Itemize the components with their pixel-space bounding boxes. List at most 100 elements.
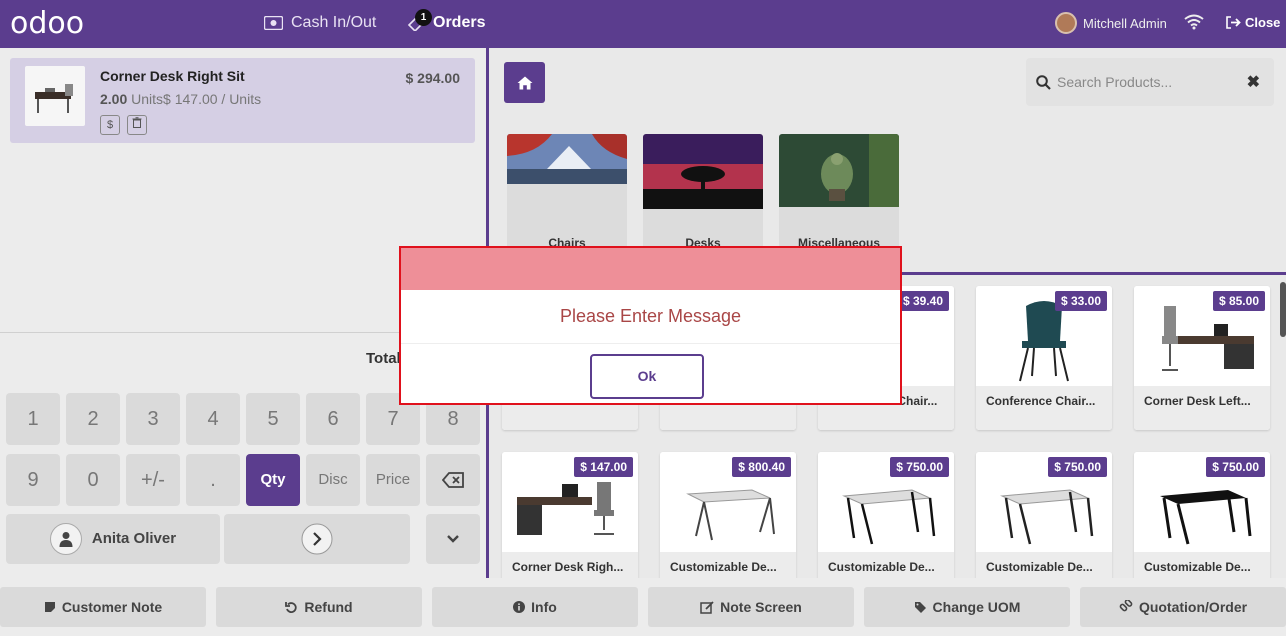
home-icon <box>517 76 532 89</box>
product-price: $ 33.00 <box>1054 291 1107 311</box>
info-button[interactable]: Info <box>432 587 638 627</box>
product-name: Corner Desk Left... <box>1134 386 1270 430</box>
dialog-divider <box>401 343 900 344</box>
product-card[interactable]: $ 85.00 Corner Desk Left... <box>1134 286 1270 430</box>
home-category-button[interactable] <box>504 62 545 103</box>
mode-price-button[interactable]: Price <box>366 454 420 506</box>
product-name: Conference Chair... <box>976 386 1112 430</box>
product-price: $ 85.00 <box>1212 291 1265 311</box>
message-dialog: Please Enter Message Ok <box>399 246 902 405</box>
product-card[interactable]: $ 33.00 Conference Chair... <box>976 286 1112 430</box>
customer-note-label: Customer Note <box>61 599 163 615</box>
odoo-logo: odoo <box>10 6 85 41</box>
category-image <box>643 134 763 209</box>
numpad-2[interactable]: 2 <box>66 393 120 445</box>
top-bar: odoo Cash In/Out Orders 1 Mitchell Admin… <box>0 0 1286 48</box>
order-line-product-image <box>25 66 85 126</box>
change-uom-button[interactable]: Change UOM <box>864 587 1070 627</box>
user-avatar <box>1055 12 1077 34</box>
product-price: $ 750.00 <box>1206 457 1265 477</box>
order-line-name: Corner Desk Right Sit <box>100 68 245 84</box>
chevron-right-icon <box>301 523 333 555</box>
product-list-scrollbar[interactable] <box>1280 282 1286 337</box>
link-icon <box>1119 600 1133 612</box>
mode-qty-button[interactable]: Qty <box>246 454 300 506</box>
mode-disc-button[interactable]: Disc <box>306 454 360 506</box>
order-line-quantity: 2.00 Units$ 147.00 / Units <box>100 91 261 107</box>
cash-icon <box>264 16 283 30</box>
user-menu[interactable]: Mitchell Admin <box>1055 12 1167 34</box>
delete-line-button[interactable] <box>127 115 147 135</box>
refund-button[interactable]: Refund <box>216 587 422 627</box>
category-chairs[interactable]: Chairs <box>507 134 627 258</box>
close-button[interactable]: Close <box>1226 15 1280 30</box>
search-input[interactable]: Search Products... <box>1057 74 1172 90</box>
info-icon <box>513 601 526 613</box>
note-screen-label: Note Screen <box>720 599 802 615</box>
category-miscellaneous[interactable]: Miscellaneous <box>779 134 899 258</box>
numpad-0[interactable]: 0 <box>66 454 120 506</box>
category-desks[interactable]: Desks <box>643 134 763 258</box>
numpad-4[interactable]: 4 <box>186 393 240 445</box>
cash-in-out-label: Cash In/Out <box>291 14 377 31</box>
chevron-down-icon <box>447 535 459 543</box>
numpad-plus-minus[interactable]: +/- <box>126 454 180 506</box>
price-line-button[interactable]: $ <box>100 115 120 135</box>
note-screen-button[interactable]: Note Screen <box>648 587 854 627</box>
clear-search-icon[interactable]: ✖ <box>1247 72 1260 92</box>
info-label: Info <box>531 599 557 615</box>
order-line-qty-value: 2.00 <box>100 91 128 107</box>
product-price: $ 800.40 <box>732 457 791 477</box>
quotation-order-button[interactable]: Quotation/Order <box>1080 587 1286 627</box>
category-image <box>779 134 899 207</box>
backspace-button[interactable] <box>426 454 480 506</box>
product-price: $ 39.40 <box>896 291 949 311</box>
category-image <box>507 134 627 184</box>
payment-button[interactable] <box>224 514 410 564</box>
action-bar: Customer Note Refund Info Note Screen Ch… <box>0 578 1286 636</box>
numpad-6[interactable]: 6 <box>306 393 360 445</box>
order-line[interactable]: Corner Desk Right Sit $ 294.00 2.00 Unit… <box>10 58 475 143</box>
close-label: Close <box>1245 15 1281 30</box>
product-card[interactable]: $ 147.00 Corner Desk Righ... <box>502 452 638 596</box>
orders-count-badge: 1 <box>415 9 432 26</box>
backspace-icon <box>441 472 464 488</box>
orders-label: Orders <box>433 14 486 31</box>
product-price: $ 750.00 <box>1048 457 1107 477</box>
note-icon <box>44 602 55 612</box>
quotation-order-label: Quotation/Order <box>1138 599 1248 615</box>
undo-icon <box>285 601 298 613</box>
numpad-5[interactable]: 5 <box>246 393 300 445</box>
search-icon <box>1036 74 1051 90</box>
customer-button[interactable]: Anita Oliver <box>6 514 220 564</box>
change-uom-label: Change UOM <box>932 599 1021 615</box>
cash-in-out-button[interactable]: Cash In/Out <box>264 14 376 32</box>
product-card[interactable]: $ 750.00 Customizable De... <box>818 452 954 596</box>
ok-button[interactable]: Ok <box>590 354 704 399</box>
product-price: $ 147.00 <box>574 457 633 477</box>
order-line-price: $ 294.00 <box>405 70 461 86</box>
customer-name: Anita Oliver <box>91 530 177 547</box>
numpad-1[interactable]: 1 <box>6 393 60 445</box>
dialog-message: Please Enter Message <box>559 306 742 326</box>
user-icon <box>59 532 73 547</box>
numpad-decimal[interactable]: . <box>186 454 240 506</box>
numpad-3[interactable]: 3 <box>126 393 180 445</box>
user-name: Mitchell Admin <box>1083 15 1167 31</box>
tag-icon <box>914 601 926 613</box>
product-price: $ 750.00 <box>890 457 949 477</box>
customer-avatar <box>49 523 82 555</box>
numpad-9[interactable]: 9 <box>6 454 60 506</box>
product-card[interactable]: $ 750.00 Customizable De... <box>976 452 1112 596</box>
total-label: Total <box>366 350 401 367</box>
search-bar[interactable]: Search Products... ✖ <box>1026 58 1274 106</box>
refund-label: Refund <box>304 599 353 615</box>
edit-icon <box>700 600 714 614</box>
trash-icon <box>132 117 142 128</box>
dialog-header <box>401 248 900 290</box>
product-card[interactable]: $ 800.40 Customizable De... <box>660 452 796 596</box>
more-options-button[interactable] <box>426 514 480 564</box>
product-card[interactable]: $ 750.00 Customizable De... <box>1134 452 1270 596</box>
order-line-unit-info: Units$ 147.00 / Units <box>127 91 262 107</box>
customer-note-button[interactable]: Customer Note <box>0 587 206 627</box>
